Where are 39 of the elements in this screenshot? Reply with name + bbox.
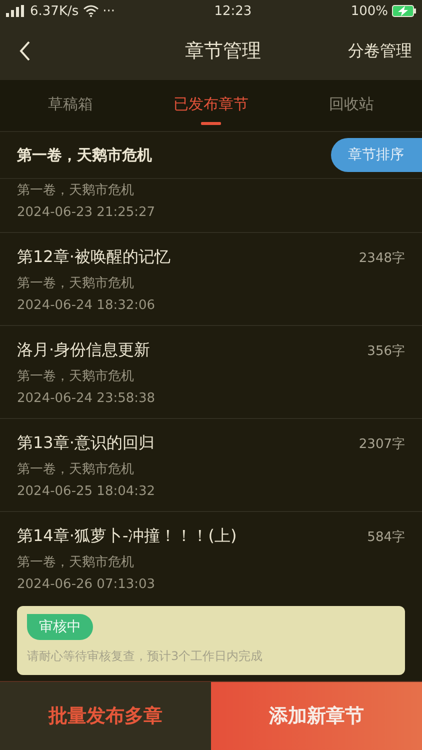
word-count: 356字 — [367, 342, 405, 360]
word-count: 2307字 — [358, 436, 405, 452]
signal-icon — [6, 5, 26, 17]
battery-percent: 100% — [350, 4, 388, 18]
chapter-row[interactable]: 第14章·狐萝卜-冲撞！！！(上) 584字 第一卷，天鹅市危机 2024-06-26 07:13:03 审核中 请耐心等待审核复查，预计3个工作日内完成 — [0, 512, 422, 681]
chapter-volume: 第一卷，天鹅市危机 — [17, 275, 135, 292]
chapter-row[interactable]: 第12章·被唤醒的记忆 2348字 第一卷，天鹅市危机 2024-06-24 18:32:06 — [0, 233, 422, 326]
review-note: 请耐心等待审核复查，预计3个工作日内完成 — [27, 648, 263, 665]
chapter-title: 第14章·狐萝卜-冲撞！！！(上) — [17, 526, 237, 547]
more-indicator: ··· — [102, 4, 116, 18]
tab[interactable]: 回收站 — [281, 80, 422, 131]
review-status-badge: 审核中 — [27, 614, 93, 640]
publish-date: 2024-06-24 18:32:06 — [17, 298, 156, 313]
publish-date: 2024-06-23 21:25:27 — [17, 205, 156, 220]
batch-publish-button[interactable]: 批量发布多章 — [0, 682, 211, 750]
chapter-title: 第13章·意识的回归 — [17, 433, 154, 454]
tab[interactable]: 已发布章节 — [140, 80, 282, 131]
publish-date: 2024-06-24 23:58:38 — [17, 391, 156, 406]
chapter-volume: 第一卷，天鹅市危机 — [17, 554, 135, 571]
wifi-icon — [82, 5, 99, 17]
chapter-volume: 第一卷，天鹅市危机 — [17, 182, 135, 199]
chapter-row[interactable]: 洛月·身份信息更新 356字 第一卷，天鹅市危机 2024-06-24 23:58:38 — [0, 326, 422, 419]
chapter-title: 洛月·身份信息更新 — [17, 340, 150, 361]
chapter-volume: 第一卷，天鹅市危机 — [17, 368, 135, 385]
word-count: 584字 — [367, 528, 405, 546]
word-count: 2348字 — [358, 250, 405, 266]
tab[interactable]: 草稿箱 — [0, 80, 141, 131]
page-title: 章节管理 — [184, 39, 262, 64]
clock: 12:23 — [213, 4, 253, 18]
chapter-row[interactable]: 第一卷，天鹅市危机 2024-06-23 21:25:27 — [0, 179, 422, 233]
chapter-row[interactable]: 第13章·意识的回归 2307字 第一卷，天鹅市危机 2024-06-25 18:04:32 — [0, 419, 422, 512]
add-chapter-button[interactable]: 添加新章节 — [211, 682, 422, 750]
publish-date: 2024-06-26 07:13:03 — [17, 577, 156, 592]
publish-date: 2024-06-25 18:04:32 — [17, 484, 156, 499]
volume-manage-button[interactable]: 分卷管理 — [348, 40, 412, 62]
chapter-title: 第12章·被唤醒的记忆 — [17, 247, 170, 268]
volume-title: 第一卷，天鹅市危机 — [17, 146, 152, 164]
network-speed: 6.37K/s — [30, 4, 79, 18]
chapter-volume: 第一卷，天鹅市危机 — [17, 461, 135, 478]
